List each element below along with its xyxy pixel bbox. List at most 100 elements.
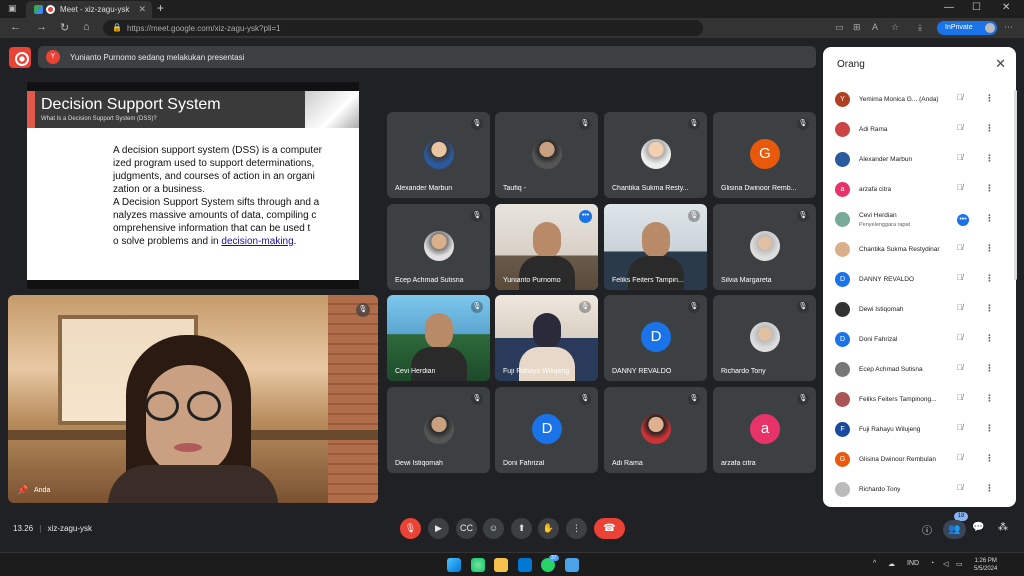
more-options-icon[interactable]: ⋮	[985, 213, 994, 224]
participant-tile[interactable]: 🎙 Feliks Feiters Tampin...	[604, 204, 707, 290]
volume-icon[interactable]: ◁	[943, 560, 948, 568]
app-available-icon[interactable]: ⊞	[853, 22, 861, 33]
more-options-icon[interactable]: ⋮	[985, 423, 994, 434]
present-screen-button[interactable]: ⬆	[511, 518, 532, 539]
people-list-item[interactable]: Ecep Achmad Sutisna 🎙̸ ⋮	[823, 355, 1016, 385]
mic-off-icon[interactable]: 🎙̸	[957, 393, 963, 402]
onedrive-icon[interactable]: ☁	[888, 560, 895, 568]
more-options-icon[interactable]: ⋮	[985, 243, 994, 254]
inprivate-button[interactable]: InPrivate	[937, 21, 997, 35]
more-options-icon[interactable]: ⋮	[985, 153, 994, 164]
decision-making-link[interactable]: decision-making	[221, 236, 293, 247]
recording-button[interactable]	[9, 47, 31, 68]
people-list-item[interactable]: Alexander Marbun 🎙̸ ⋮	[823, 145, 1016, 175]
people-list-item[interactable]: Y Yemima Monica G... (Anda) 🎙̸ ⋮	[823, 85, 1016, 115]
participant-tile[interactable]: 🎙 Richardo Tony	[713, 295, 816, 381]
refresh-icon[interactable]: ↻	[60, 21, 69, 34]
url-field[interactable]: 🔒 https://meet.google.com/xiz-zagu-ysk?p…	[103, 20, 703, 36]
activities-icon[interactable]: ⁂	[998, 522, 1008, 533]
participant-tile[interactable]: 🎙 Silvia Margareta	[713, 204, 816, 290]
notepad-icon[interactable]	[565, 558, 579, 572]
people-list-item[interactable]: D DANNY REVALDO 🎙̸ ⋮	[823, 265, 1016, 295]
browser-menu-icon[interactable]: ⋯	[1004, 22, 1013, 33]
self-view-tile[interactable]: 🎙 📌 Anda	[8, 295, 378, 503]
participant-tile[interactable]: 🎙 Chantika Sukma Resty...	[604, 112, 707, 198]
mic-off-icon[interactable]: 🎙̸	[957, 273, 963, 282]
forward-icon[interactable]: →	[36, 21, 47, 33]
home-icon[interactable]: ⌂	[83, 21, 90, 33]
people-list-item[interactable]: Feliks Feiters Tampinong... 🎙̸ ⋮	[823, 385, 1016, 415]
more-options-icon[interactable]: ⋮	[985, 483, 994, 494]
toggle-mic-button[interactable]: 🎙	[400, 518, 421, 539]
mic-off-icon[interactable]: 🎙̸	[957, 183, 963, 192]
store-icon[interactable]	[518, 558, 532, 572]
participant-tile[interactable]: 🎙 Taufiq -	[495, 112, 598, 198]
taskbar-clock[interactable]: 1:26 PM 5/5/2024	[974, 557, 997, 573]
language-indicator[interactable]: IND	[907, 560, 919, 567]
participant-tile[interactable]: 🎙 Dewi Istiqomah	[387, 387, 490, 473]
mic-off-icon[interactable]: 🎙̸	[957, 363, 963, 372]
participant-tile[interactable]: G 🎙 Glisina Dwinoor Remb...	[713, 112, 816, 198]
more-options-icon[interactable]: ⋮	[985, 333, 994, 344]
people-list-item[interactable]: G Glisina Dwinoor Rembulan 🎙̸ ⋮	[823, 445, 1016, 475]
new-tab-icon[interactable]: +	[157, 1, 164, 15]
favorites-icon[interactable]: ☆	[891, 22, 899, 33]
people-list-item[interactable]: Adi Rama 🎙̸ ⋮	[823, 115, 1016, 145]
meeting-details-icon[interactable]: ⓘ	[922, 522, 932, 537]
mic-off-icon[interactable]: 🎙̸	[957, 483, 963, 492]
file-explorer-icon[interactable]	[494, 558, 508, 572]
participant-tile[interactable]: D 🎙 Doni Fahrizal	[495, 387, 598, 473]
mic-off-icon[interactable]: 🎙̸	[957, 153, 963, 162]
mic-off-icon[interactable]: 🎙̸	[957, 243, 963, 252]
captions-button[interactable]: CC	[456, 518, 477, 539]
start-icon[interactable]	[447, 558, 461, 572]
people-list-item[interactable]: Richardo Tony 🎙̸ ⋮	[823, 475, 1016, 505]
people-list-item[interactable]: Dewi Istiqomah 🎙̸ ⋮	[823, 295, 1016, 325]
tab-actions-icon[interactable]: ▣	[8, 3, 17, 14]
participant-tile[interactable]: ••• Yunianto Purnomo	[495, 204, 598, 290]
participant-tile[interactable]: 🎙 Fuji Rahayu Wilujeng	[495, 295, 598, 381]
more-options-icon[interactable]: ⋮	[985, 93, 994, 104]
more-options-icon[interactable]: ⋮	[985, 183, 994, 194]
camera-permission-icon[interactable]: ▭	[835, 22, 844, 33]
more-options-icon[interactable]: ⋮	[985, 453, 994, 464]
more-options-button[interactable]: ⋮	[566, 518, 587, 539]
emoji-reaction-button[interactable]: ☺	[483, 518, 504, 539]
toggle-camera-button[interactable]: ▶	[428, 518, 449, 539]
browser-tab[interactable]: Meet - xiz-zagu-ysk ✕	[26, 1, 152, 18]
participant-tile[interactable]: D 🎙 DANNY REVALDO	[604, 295, 707, 381]
people-list-item[interactable]: D Doni Fahrizal 🎙̸ ⋮	[823, 325, 1016, 355]
mic-off-icon[interactable]: 🎙̸	[957, 333, 963, 342]
more-options-icon[interactable]: ⋮	[985, 363, 994, 374]
downloads-icon[interactable]: ⤓	[918, 22, 922, 33]
edge-icon[interactable]	[471, 558, 485, 572]
read-aloud-icon[interactable]: A	[872, 22, 878, 32]
participant-tile[interactable]: 🎙 Adi Rama	[604, 387, 707, 473]
close-tab-icon[interactable]: ✕	[138, 4, 146, 15]
minimize-icon[interactable]: —	[944, 2, 954, 13]
chat-icon[interactable]: 💬	[972, 522, 984, 533]
battery-icon[interactable]: ▭	[956, 560, 963, 568]
more-options-icon[interactable]: ⋮	[985, 123, 994, 134]
wifi-icon[interactable]: ◔	[930, 560, 934, 567]
participant-tile[interactable]: 🎙 Ecep Achmad Sutisna	[387, 204, 490, 290]
more-options-icon[interactable]: ⋮	[985, 303, 994, 314]
people-button[interactable]: 👥	[943, 520, 966, 539]
people-list-item[interactable]: F Fuji Rahayu Wilujeng 🎙̸ ⋮	[823, 415, 1016, 445]
more-options-icon[interactable]: ⋮	[985, 273, 994, 284]
close-panel-icon[interactable]: ✕	[995, 56, 1006, 72]
maximize-icon[interactable]: ☐	[972, 2, 981, 13]
pin-icon[interactable]: 📌	[17, 485, 28, 496]
people-list-item[interactable]: Cevi Herdian Penyelenggara rapat ••• ⋮	[823, 205, 1016, 235]
participant-tile[interactable]: a 🎙 arzafa citra	[713, 387, 816, 473]
mic-off-icon[interactable]: 🎙̸	[957, 93, 963, 102]
people-list-item[interactable]: Chantika Sukma Restydinar 🎙̸ ⋮	[823, 235, 1016, 265]
raise-hand-button[interactable]: ✋	[538, 518, 559, 539]
leave-call-button[interactable]: ☎	[594, 518, 625, 539]
mic-off-icon[interactable]: 🎙̸	[957, 423, 963, 432]
tray-overflow-icon[interactable]: ^	[873, 560, 876, 567]
mic-off-icon[interactable]: 🎙̸	[957, 123, 963, 132]
participant-tile[interactable]: 🎙 Cevi Herdian	[387, 295, 490, 381]
back-icon[interactable]: ←	[10, 21, 21, 33]
people-list-item[interactable]: a arzafa citra 🎙̸ ⋮	[823, 175, 1016, 205]
